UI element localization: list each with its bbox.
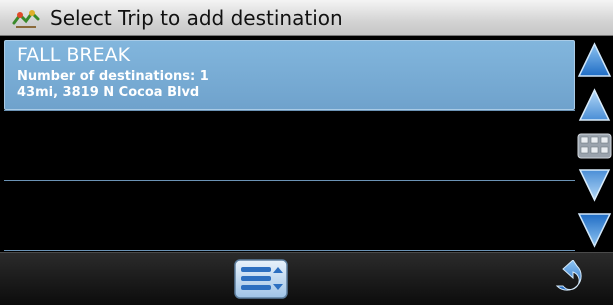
scroll-controls	[576, 38, 613, 252]
page-down-button[interactable]	[577, 210, 612, 250]
page-up-button[interactable]	[577, 40, 612, 80]
line-up-button[interactable]	[577, 84, 612, 124]
page-title: Select Trip to add destination	[50, 6, 343, 30]
trip-name: FALL BREAK	[17, 44, 131, 66]
trip-destination-count: Number of destinations: 1	[17, 69, 209, 84]
trip-distance-address: 43mi, 3819 N Cocoa Blvd	[17, 85, 200, 100]
trip-list: FALL BREAK Number of destinations: 1 43m…	[4, 38, 575, 252]
empty-list-row[interactable]	[4, 181, 575, 251]
back-arrow-button[interactable]	[547, 260, 589, 302]
title-bar: Select Trip to add destination	[0, 0, 613, 36]
line-down-button[interactable]	[577, 166, 612, 206]
trip-route-icon	[12, 10, 40, 28]
trip-list-item[interactable]: FALL BREAK Number of destinations: 1 43m…	[4, 40, 575, 110]
menu-list-button[interactable]	[231, 257, 291, 301]
empty-list-row[interactable]	[4, 111, 575, 181]
bottom-toolbar	[0, 252, 613, 305]
screen: Select Trip to add destination FALL BREA…	[0, 0, 613, 305]
keyboard-button[interactable]	[577, 130, 612, 162]
